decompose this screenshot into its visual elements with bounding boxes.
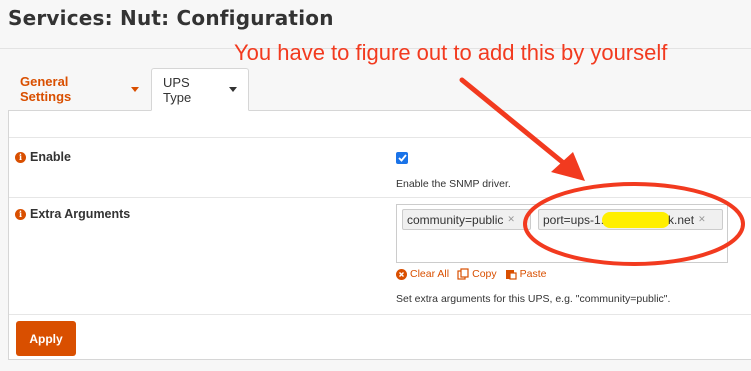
chevron-down-icon[interactable] (131, 86, 139, 92)
info-icon[interactable]: i (15, 151, 26, 163)
token-port-suffix: k.net (668, 212, 695, 227)
paste-label: Paste (519, 268, 547, 280)
tab-ups-type-label: UPS Type (163, 74, 192, 105)
token-community-text: community=public (407, 212, 504, 227)
annotation-text: You have to figure out to add this by yo… (234, 40, 668, 65)
paste-button[interactable]: Paste (505, 268, 547, 280)
enable-label: i Enable (15, 150, 71, 164)
copy-icon (457, 268, 469, 280)
apply-button[interactable]: Apply (16, 321, 76, 356)
clear-circle-icon (396, 268, 407, 280)
enable-checkbox[interactable] (396, 152, 408, 164)
tab-ups-type[interactable]: UPS Type (151, 68, 249, 111)
tab-general-settings-label: General Settings (20, 74, 72, 104)
extra-arguments-label-text: Extra Arguments (30, 207, 131, 221)
remove-token-icon[interactable]: ✕ (698, 214, 706, 225)
settings-panel: i Enable Enable the SNMP driver. i Extra… (8, 110, 751, 360)
clear-all-label: Clear All (410, 268, 450, 280)
copy-label: Copy (472, 268, 497, 280)
remove-token-icon[interactable]: ✕ (507, 214, 515, 225)
token-community[interactable]: community=public ✕ (402, 209, 531, 230)
row-divider (9, 197, 751, 198)
info-icon[interactable]: i (15, 208, 26, 220)
token-actions: Clear All Copy Paste (396, 268, 546, 280)
enable-label-text: Enable (30, 150, 71, 164)
row-divider (9, 137, 751, 138)
paste-icon (505, 270, 517, 280)
extra-arguments-label: i Extra Arguments (15, 207, 130, 221)
redaction-highlight (602, 211, 671, 228)
row-divider (9, 314, 751, 315)
page-title: Services: Nut: Configuration (8, 6, 334, 30)
enable-help-text: Enable the SNMP driver. (396, 178, 511, 190)
tab-general-settings[interactable]: General Settings (8, 68, 151, 110)
checkmark-icon (397, 154, 407, 162)
extra-arguments-tokens-input[interactable]: community=public ✕ port=ups-1. k.net ✕ (396, 204, 728, 263)
token-port-text: port=ups-1. (543, 212, 605, 227)
clear-all-button[interactable]: Clear All (396, 268, 449, 280)
tab-bar: General Settings UPS Type (8, 68, 249, 111)
extra-arguments-help-text: Set extra arguments for this UPS, e.g. "… (396, 293, 671, 305)
copy-button[interactable]: Copy (457, 268, 497, 280)
token-port[interactable]: port=ups-1. k.net ✕ (538, 209, 723, 230)
chevron-down-icon[interactable] (229, 87, 237, 92)
